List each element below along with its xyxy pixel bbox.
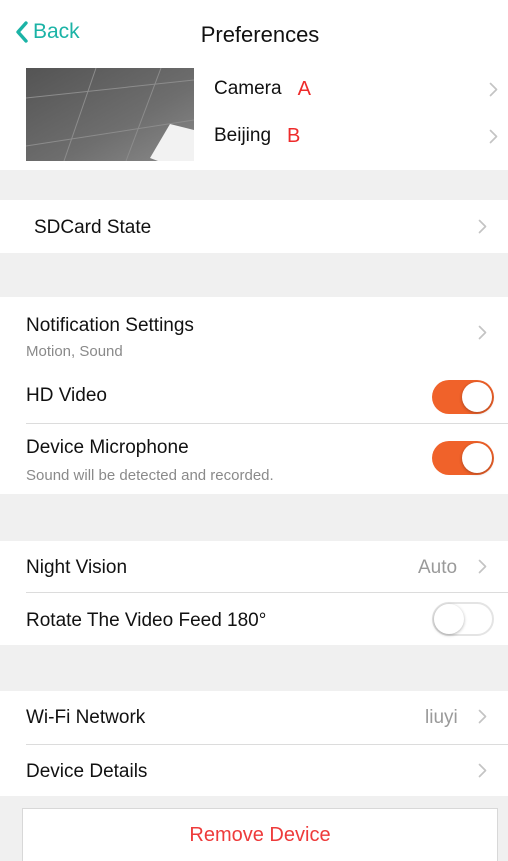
hd-video-toggle[interactable] (432, 380, 494, 414)
sdcard-state-label: SDCard State (34, 217, 152, 238)
device-microphone-label: Device Microphone (26, 437, 189, 458)
wifi-network-label: Wi-Fi Network (26, 707, 146, 728)
device-location: Beijing (214, 125, 272, 146)
chevron-right-icon (478, 325, 487, 340)
device-header: Camera A Beijing B (0, 66, 508, 170)
toggle-knob (462, 443, 492, 473)
remove-device-label: Remove Device (189, 823, 331, 846)
chevron-right-icon (489, 82, 498, 97)
chevron-right-icon (478, 709, 487, 724)
notification-settings-row[interactable]: Notification Settings Motion, Sound (0, 297, 508, 365)
night-vision-label: Night Vision (26, 557, 128, 578)
settings-group-device: Wi-Fi Network liuyi Device Details (0, 691, 508, 796)
toggle-knob (462, 382, 492, 412)
night-vision-value: Auto (418, 557, 458, 578)
night-vision-row[interactable]: Night Vision Auto (0, 541, 508, 592)
chevron-right-icon (478, 763, 487, 778)
wifi-network-value: liuyi (425, 707, 458, 728)
device-location-tag: B (287, 124, 301, 147)
device-microphone-sub: Sound will be detected and recorded. (26, 467, 274, 484)
settings-group-media: Notification Settings Motion, Sound HD V… (0, 297, 508, 494)
notification-settings-sub: Motion, Sound (26, 343, 123, 360)
sdcard-state-row[interactable]: SDCard State (0, 200, 508, 253)
chevron-right-icon (489, 129, 498, 144)
rotate-video-label: Rotate The Video Feed 180° (26, 610, 267, 631)
hd-video-row: HD Video (0, 365, 508, 423)
chevron-right-icon (478, 559, 487, 574)
notification-settings-label: Notification Settings (26, 315, 194, 336)
device-details-row[interactable]: Device Details (0, 745, 508, 796)
device-name: Camera (214, 78, 282, 99)
toggle-knob (434, 604, 464, 634)
device-details-label: Device Details (26, 761, 148, 782)
chevron-right-icon (478, 219, 487, 234)
device-name-tag: A (297, 77, 311, 100)
remove-device-button[interactable]: Remove Device (22, 808, 498, 861)
camera-thumbnail[interactable] (26, 68, 194, 161)
device-microphone-toggle[interactable] (432, 441, 494, 475)
rotate-video-row: Rotate The Video Feed 180° (0, 593, 508, 645)
navigation-bar: Back Preferences (0, 0, 508, 66)
device-microphone-row: Device Microphone Sound will be detected… (0, 423, 508, 494)
wifi-network-row[interactable]: Wi-Fi Network liuyi (0, 691, 508, 744)
settings-group-video: Night Vision Auto Rotate The Video Feed … (0, 541, 508, 645)
hd-video-label: HD Video (26, 385, 107, 406)
device-name-row[interactable]: Camera A (214, 69, 508, 109)
rotate-video-toggle[interactable] (432, 602, 494, 636)
device-location-row[interactable]: Beijing B (214, 116, 508, 156)
page-title: Preferences (200, 22, 320, 47)
